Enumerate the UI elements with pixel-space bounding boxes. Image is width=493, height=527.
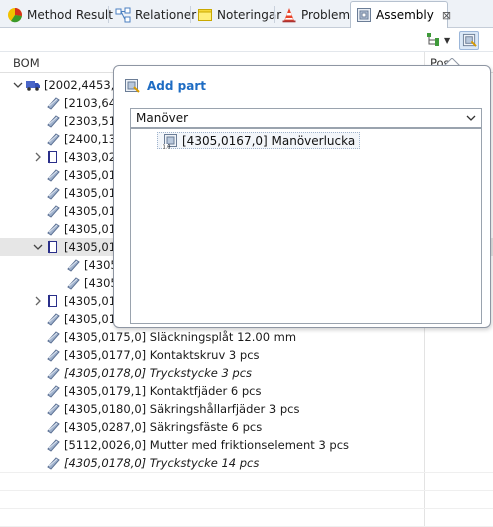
tab-assembly[interactable]: Assembly ⊠ <box>350 1 451 28</box>
tree-row[interactable]: [4305,0177,0] Kontaktskruv 3 pcs <box>0 346 493 364</box>
part-icon <box>45 113 61 129</box>
tree-row-label: [4305,0179,1] Kontaktfjäder 6 pcs <box>64 384 262 398</box>
part-icon <box>45 185 61 201</box>
chevron-down-icon[interactable] <box>466 112 476 124</box>
tree-row[interactable]: [4305,0178,0] Tryckstycke 3 pcs <box>0 364 493 382</box>
tree-row[interactable]: [4305,0287,0] Säkringsfäste 6 pcs <box>0 418 493 436</box>
tab-separator <box>190 6 191 23</box>
tree-structure-icon <box>427 33 439 46</box>
tab-label: Noteringar <box>217 7 282 22</box>
problem-cone-icon <box>282 7 296 22</box>
part-icon <box>45 221 61 237</box>
tab-noteringar[interactable]: Noteringar <box>192 2 287 27</box>
tree-empty-row <box>0 472 493 473</box>
assembly-book-icon <box>45 149 61 165</box>
view-tab-bar: Method Result Relationer Noteringar Prob… <box>0 0 493 28</box>
collapse-twisty-icon[interactable] <box>13 80 23 90</box>
close-tab-icon[interactable]: ⊠ <box>442 9 451 22</box>
tree-row[interactable]: [4305,0178,0] Tryckstycke 14 pcs <box>0 454 493 472</box>
tab-label: Relationer <box>135 7 197 22</box>
tree-empty-row <box>0 508 493 509</box>
part-icon <box>45 383 61 399</box>
tree-row-label: [4305,0175,0] Släckningsplåt 12.00 mm <box>64 330 297 344</box>
tab-label: Problem <box>301 7 351 22</box>
part-icon <box>45 437 61 453</box>
tree-row-label: [4305,0180,0] Säkringshållarfjäder 3 pcs <box>64 402 300 416</box>
tab-problem[interactable]: Problem <box>276 2 356 27</box>
part-results-list[interactable]: 1.0 [4305,0167,0] Manöverlucka <box>130 128 482 324</box>
add-part-popup: Add part Manöver 1.0 [4305,0167,0] Manöv… <box>113 65 491 328</box>
popup-title: Add part <box>147 79 206 93</box>
part-icon <box>45 131 61 147</box>
assembly-part-icon: 1.0 <box>162 133 177 149</box>
part-icon <box>45 203 61 219</box>
expand-twisty-icon[interactable] <box>33 296 43 306</box>
tab-separator <box>274 6 275 23</box>
part-icon <box>65 275 81 291</box>
tab-label: Assembly <box>376 8 434 22</box>
tree-row[interactable]: [5112,0026,0] Mutter med friktionselemen… <box>0 436 493 454</box>
part-icon <box>45 455 61 471</box>
add-part-icon <box>462 33 477 47</box>
part-icon <box>45 419 61 435</box>
popup-header: Add part <box>124 78 206 94</box>
part-icon <box>45 167 61 183</box>
tab-relationer[interactable]: Relationer <box>110 2 202 27</box>
tree-row-label: [4305,0178,0] Tryckstycke 3 pcs <box>64 366 253 380</box>
tree-row-label: [5112,0026,0] Mutter med friktionselemen… <box>64 438 350 452</box>
tree-row[interactable]: [4305,0180,0] Säkringshållarfjäder 3 pcs <box>0 400 493 418</box>
tree-row-label: [2103,64 <box>64 96 117 110</box>
tree-row[interactable]: [4305,0179,1] Kontaktfjäder 6 pcs <box>0 382 493 400</box>
part-icon <box>45 311 61 327</box>
tab-method-result[interactable]: Method Result <box>2 2 119 27</box>
tree-row-label: [4305,0177,0] Kontaktskruv 3 pcs <box>64 348 260 362</box>
tree-row-label: [2002,4453,0 <box>44 78 122 92</box>
tree-row-label: [4305,0178,0] Tryckstycke 14 pcs <box>64 456 260 470</box>
add-part-toggle-button[interactable] <box>459 31 479 50</box>
tab-label: Method Result <box>27 7 113 22</box>
truck-icon <box>25 77 41 93</box>
part-icon <box>45 347 61 363</box>
part-search-combo[interactable]: Manöver <box>130 108 482 128</box>
view-toolbar: ▼ <box>0 28 493 52</box>
method-result-icon <box>8 7 22 22</box>
tree-row[interactable]: [4305,0175,0] Släckningsplåt 12.00 mm <box>0 328 493 346</box>
note-icon <box>198 8 212 21</box>
part-icon <box>45 401 61 417</box>
tree-row-label: [2303,51 <box>64 114 117 128</box>
part-icon <box>65 257 81 273</box>
part-icon <box>45 329 61 345</box>
tree-empty-row <box>0 490 493 491</box>
chevron-down-icon: ▼ <box>444 35 451 45</box>
part-search-value[interactable]: Manöver <box>136 111 188 125</box>
column-header-bom[interactable]: BOM <box>13 56 40 70</box>
list-item[interactable]: 1.0 [4305,0167,0] Manöverlucka <box>157 132 361 149</box>
svg-text:1.0: 1.0 <box>163 144 171 149</box>
tree-options-dropdown-button[interactable]: ▼ <box>426 31 450 49</box>
expand-twisty-icon[interactable] <box>33 152 43 162</box>
part-icon <box>45 95 61 111</box>
part-icon <box>45 365 61 381</box>
assembly-icon <box>357 8 371 22</box>
tree-row-label: [4305,0287,0] Säkringsfäste 6 pcs <box>64 420 263 434</box>
tab-separator <box>108 6 109 23</box>
result-label: [4305,0167,0] Manöverlucka <box>182 133 356 148</box>
assembly-book-icon <box>45 239 61 255</box>
add-part-icon <box>125 79 140 93</box>
relationer-icon <box>115 7 131 22</box>
collapse-twisty-icon[interactable] <box>33 242 43 252</box>
assembly-book-icon <box>45 293 61 309</box>
